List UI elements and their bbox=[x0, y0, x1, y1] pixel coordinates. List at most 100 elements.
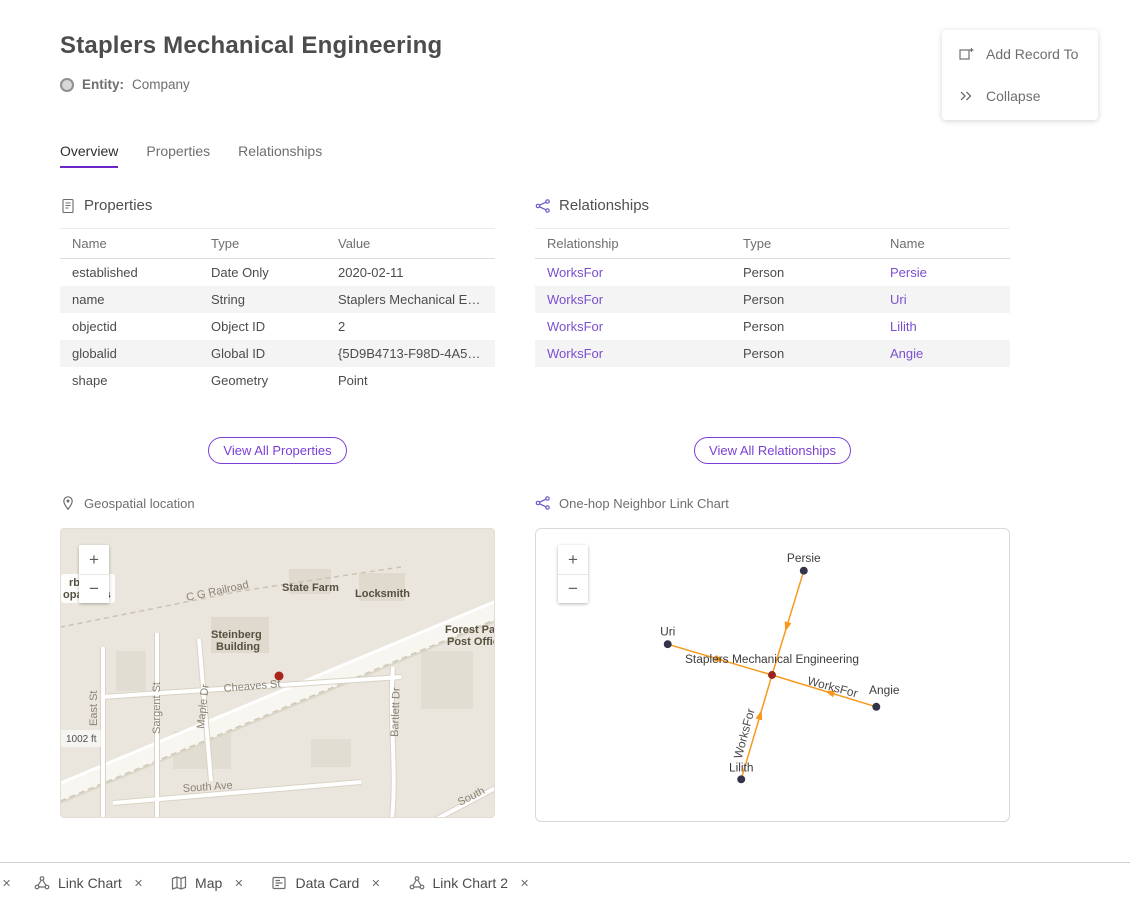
zoom-in-button[interactable]: + bbox=[558, 545, 588, 574]
link-chart-panel[interactable]: WorksForWorksForStaplers Mechanical Engi… bbox=[535, 528, 1010, 822]
table-row[interactable]: established Date Only 2020-02-11 bbox=[60, 259, 495, 287]
map-label: State Farm bbox=[282, 582, 339, 594]
record-overview-page: Staplers Mechanical Engineering Entity: … bbox=[0, 0, 1130, 903]
zoom-out-button[interactable]: − bbox=[79, 574, 109, 603]
view-all-properties-button[interactable]: View All Properties bbox=[208, 437, 346, 464]
relationships-icon bbox=[535, 198, 551, 214]
close-icon[interactable]: ✕ bbox=[2, 877, 20, 890]
view-all-relationships-row: View All Relationships bbox=[535, 437, 1010, 464]
bottom-tab-bar: ✕ Link Chart✕Map✕Data Card✕Link Chart 2✕ bbox=[0, 862, 1130, 903]
close-icon[interactable]: ✕ bbox=[520, 877, 529, 890]
geospatial-header: Geospatial location bbox=[60, 495, 495, 511]
relationships-table: Relationship Type Name WorksFor Person P… bbox=[535, 228, 1010, 367]
relationship-link[interactable]: WorksFor bbox=[535, 340, 735, 367]
column-header: Name bbox=[60, 229, 203, 259]
map-pin-icon bbox=[60, 495, 76, 511]
page-title: Staplers Mechanical Engineering bbox=[60, 32, 442, 60]
tab-bar: Overview Properties Relationships bbox=[60, 143, 322, 168]
table-row[interactable]: WorksFor Person Persie bbox=[535, 259, 1010, 287]
map-label: Post Offic bbox=[447, 636, 495, 648]
properties-table: Name Type Value established Date Only 20… bbox=[60, 228, 495, 394]
entity-link[interactable]: Lilith bbox=[882, 313, 1010, 340]
view-all-relationships-button[interactable]: View All Relationships bbox=[694, 437, 851, 464]
table-row[interactable]: WorksFor Person Lilith bbox=[535, 313, 1010, 340]
relationships-section: Relationships Relationship Type Name Wor… bbox=[535, 197, 1010, 487]
link-chart-section: One-hop Neighbor Link Chart WorksForWork… bbox=[535, 495, 1010, 822]
document-icon bbox=[60, 198, 76, 214]
bottom-tab-link-chart-2[interactable]: Link Chart 2 ✕ bbox=[395, 863, 544, 903]
map-icon bbox=[171, 875, 187, 891]
edge-arrow-icon bbox=[782, 621, 792, 633]
entity-value: Company bbox=[132, 77, 190, 92]
table-row[interactable]: name String Staplers Mechanical Eng… bbox=[60, 286, 495, 313]
tab-overview[interactable]: Overview bbox=[60, 143, 118, 168]
menu-item-collapse[interactable]: Collapse bbox=[942, 75, 1098, 117]
zoom-out-button[interactable]: − bbox=[558, 574, 588, 603]
menu-item-label: Collapse bbox=[986, 88, 1040, 104]
bottom-tab-link-chart[interactable]: Link Chart ✕ bbox=[20, 863, 157, 903]
graph-node-angie[interactable] bbox=[872, 703, 880, 711]
map-label: Sargent St bbox=[151, 682, 163, 734]
geospatial-title: Geospatial location bbox=[84, 496, 195, 511]
graph-node-label: Lilith bbox=[729, 760, 754, 774]
entity-link[interactable]: Persie bbox=[882, 259, 1010, 287]
graph-node-lilith[interactable] bbox=[737, 775, 745, 783]
table-row[interactable]: WorksFor Person Angie bbox=[535, 340, 1010, 367]
map-label: 1002 ft bbox=[66, 734, 97, 745]
map-panel[interactable]: rbouropaedicsC G RailroadState FarmLocks… bbox=[60, 528, 495, 818]
properties-section: Properties Name Type Value established D… bbox=[60, 197, 495, 487]
link-chart-canvas[interactable]: WorksForWorksForStaplers Mechanical Engi… bbox=[536, 529, 1009, 821]
close-icon[interactable]: ✕ bbox=[371, 877, 380, 890]
table-row[interactable]: shape Geometry Point bbox=[60, 367, 495, 394]
tab-relationships[interactable]: Relationships bbox=[238, 143, 322, 168]
menu-item-label: Add Record To bbox=[986, 46, 1078, 62]
entity-label: Entity: bbox=[82, 77, 124, 92]
graph-edge-label: WorksFor bbox=[731, 707, 758, 760]
map-zoom-control: + − bbox=[79, 545, 109, 603]
relationship-link[interactable]: WorksFor bbox=[535, 286, 735, 313]
graph-node-label: Angie bbox=[869, 683, 900, 697]
graph-node-center[interactable] bbox=[768, 671, 776, 679]
zoom-in-button[interactable]: + bbox=[79, 545, 109, 574]
close-icon[interactable]: ✕ bbox=[134, 877, 143, 890]
data-card-icon bbox=[271, 875, 287, 891]
table-row[interactable]: WorksFor Person Uri bbox=[535, 286, 1010, 313]
bottom-tab-label: Link Chart bbox=[58, 875, 122, 891]
link-chart-header: One-hop Neighbor Link Chart bbox=[535, 495, 1010, 511]
map-canvas[interactable]: rbouropaedicsC G RailroadState FarmLocks… bbox=[61, 529, 495, 818]
graph-node-uri[interactable] bbox=[664, 640, 672, 648]
link-chart-icon bbox=[535, 495, 551, 511]
relationships-section-header: Relationships bbox=[535, 197, 1010, 214]
entity-link[interactable]: Uri bbox=[882, 286, 1010, 313]
entity-link[interactable]: Angie bbox=[882, 340, 1010, 367]
tab-properties[interactable]: Properties bbox=[146, 143, 210, 168]
properties-section-header: Properties bbox=[60, 197, 495, 214]
view-all-properties-row: View All Properties bbox=[60, 437, 495, 464]
table-row[interactable]: objectid Object ID 2 bbox=[60, 313, 495, 340]
bottom-tab-label: Link Chart 2 bbox=[433, 875, 508, 891]
graph-node-label: Persie bbox=[787, 551, 821, 565]
relationship-link[interactable]: WorksFor bbox=[535, 259, 735, 287]
column-header: Name bbox=[882, 229, 1010, 259]
add-record-icon bbox=[958, 46, 974, 62]
geospatial-section: Geospatial location bbox=[60, 495, 495, 818]
bottom-tab-data-card[interactable]: Data Card✕ bbox=[257, 863, 394, 903]
context-menu: Add Record To Collapse bbox=[942, 30, 1098, 120]
chart-zoom-control: + − bbox=[558, 545, 588, 603]
relationships-section-title: Relationships bbox=[559, 197, 649, 214]
link-chart-icon bbox=[34, 875, 50, 891]
link-chart-title: One-hop Neighbor Link Chart bbox=[559, 496, 729, 511]
map-label: Forest Par bbox=[445, 624, 495, 636]
close-icon[interactable]: ✕ bbox=[234, 877, 243, 890]
map-label: Bartlett Dr bbox=[389, 687, 403, 737]
column-header: Relationship bbox=[535, 229, 735, 259]
map-label: East St bbox=[88, 691, 100, 726]
map-label: Steinberg bbox=[211, 629, 262, 641]
properties-section-title: Properties bbox=[84, 197, 152, 214]
relationship-link[interactable]: WorksFor bbox=[535, 313, 735, 340]
graph-node-persie[interactable] bbox=[800, 567, 808, 575]
bottom-tab-map[interactable]: Map✕ bbox=[157, 863, 257, 903]
entity-type-icon bbox=[60, 78, 74, 92]
table-row[interactable]: globalid Global ID {5D9B4713-F98D-4A53-… bbox=[60, 340, 495, 367]
menu-item-add-record-to[interactable]: Add Record To bbox=[942, 33, 1098, 75]
